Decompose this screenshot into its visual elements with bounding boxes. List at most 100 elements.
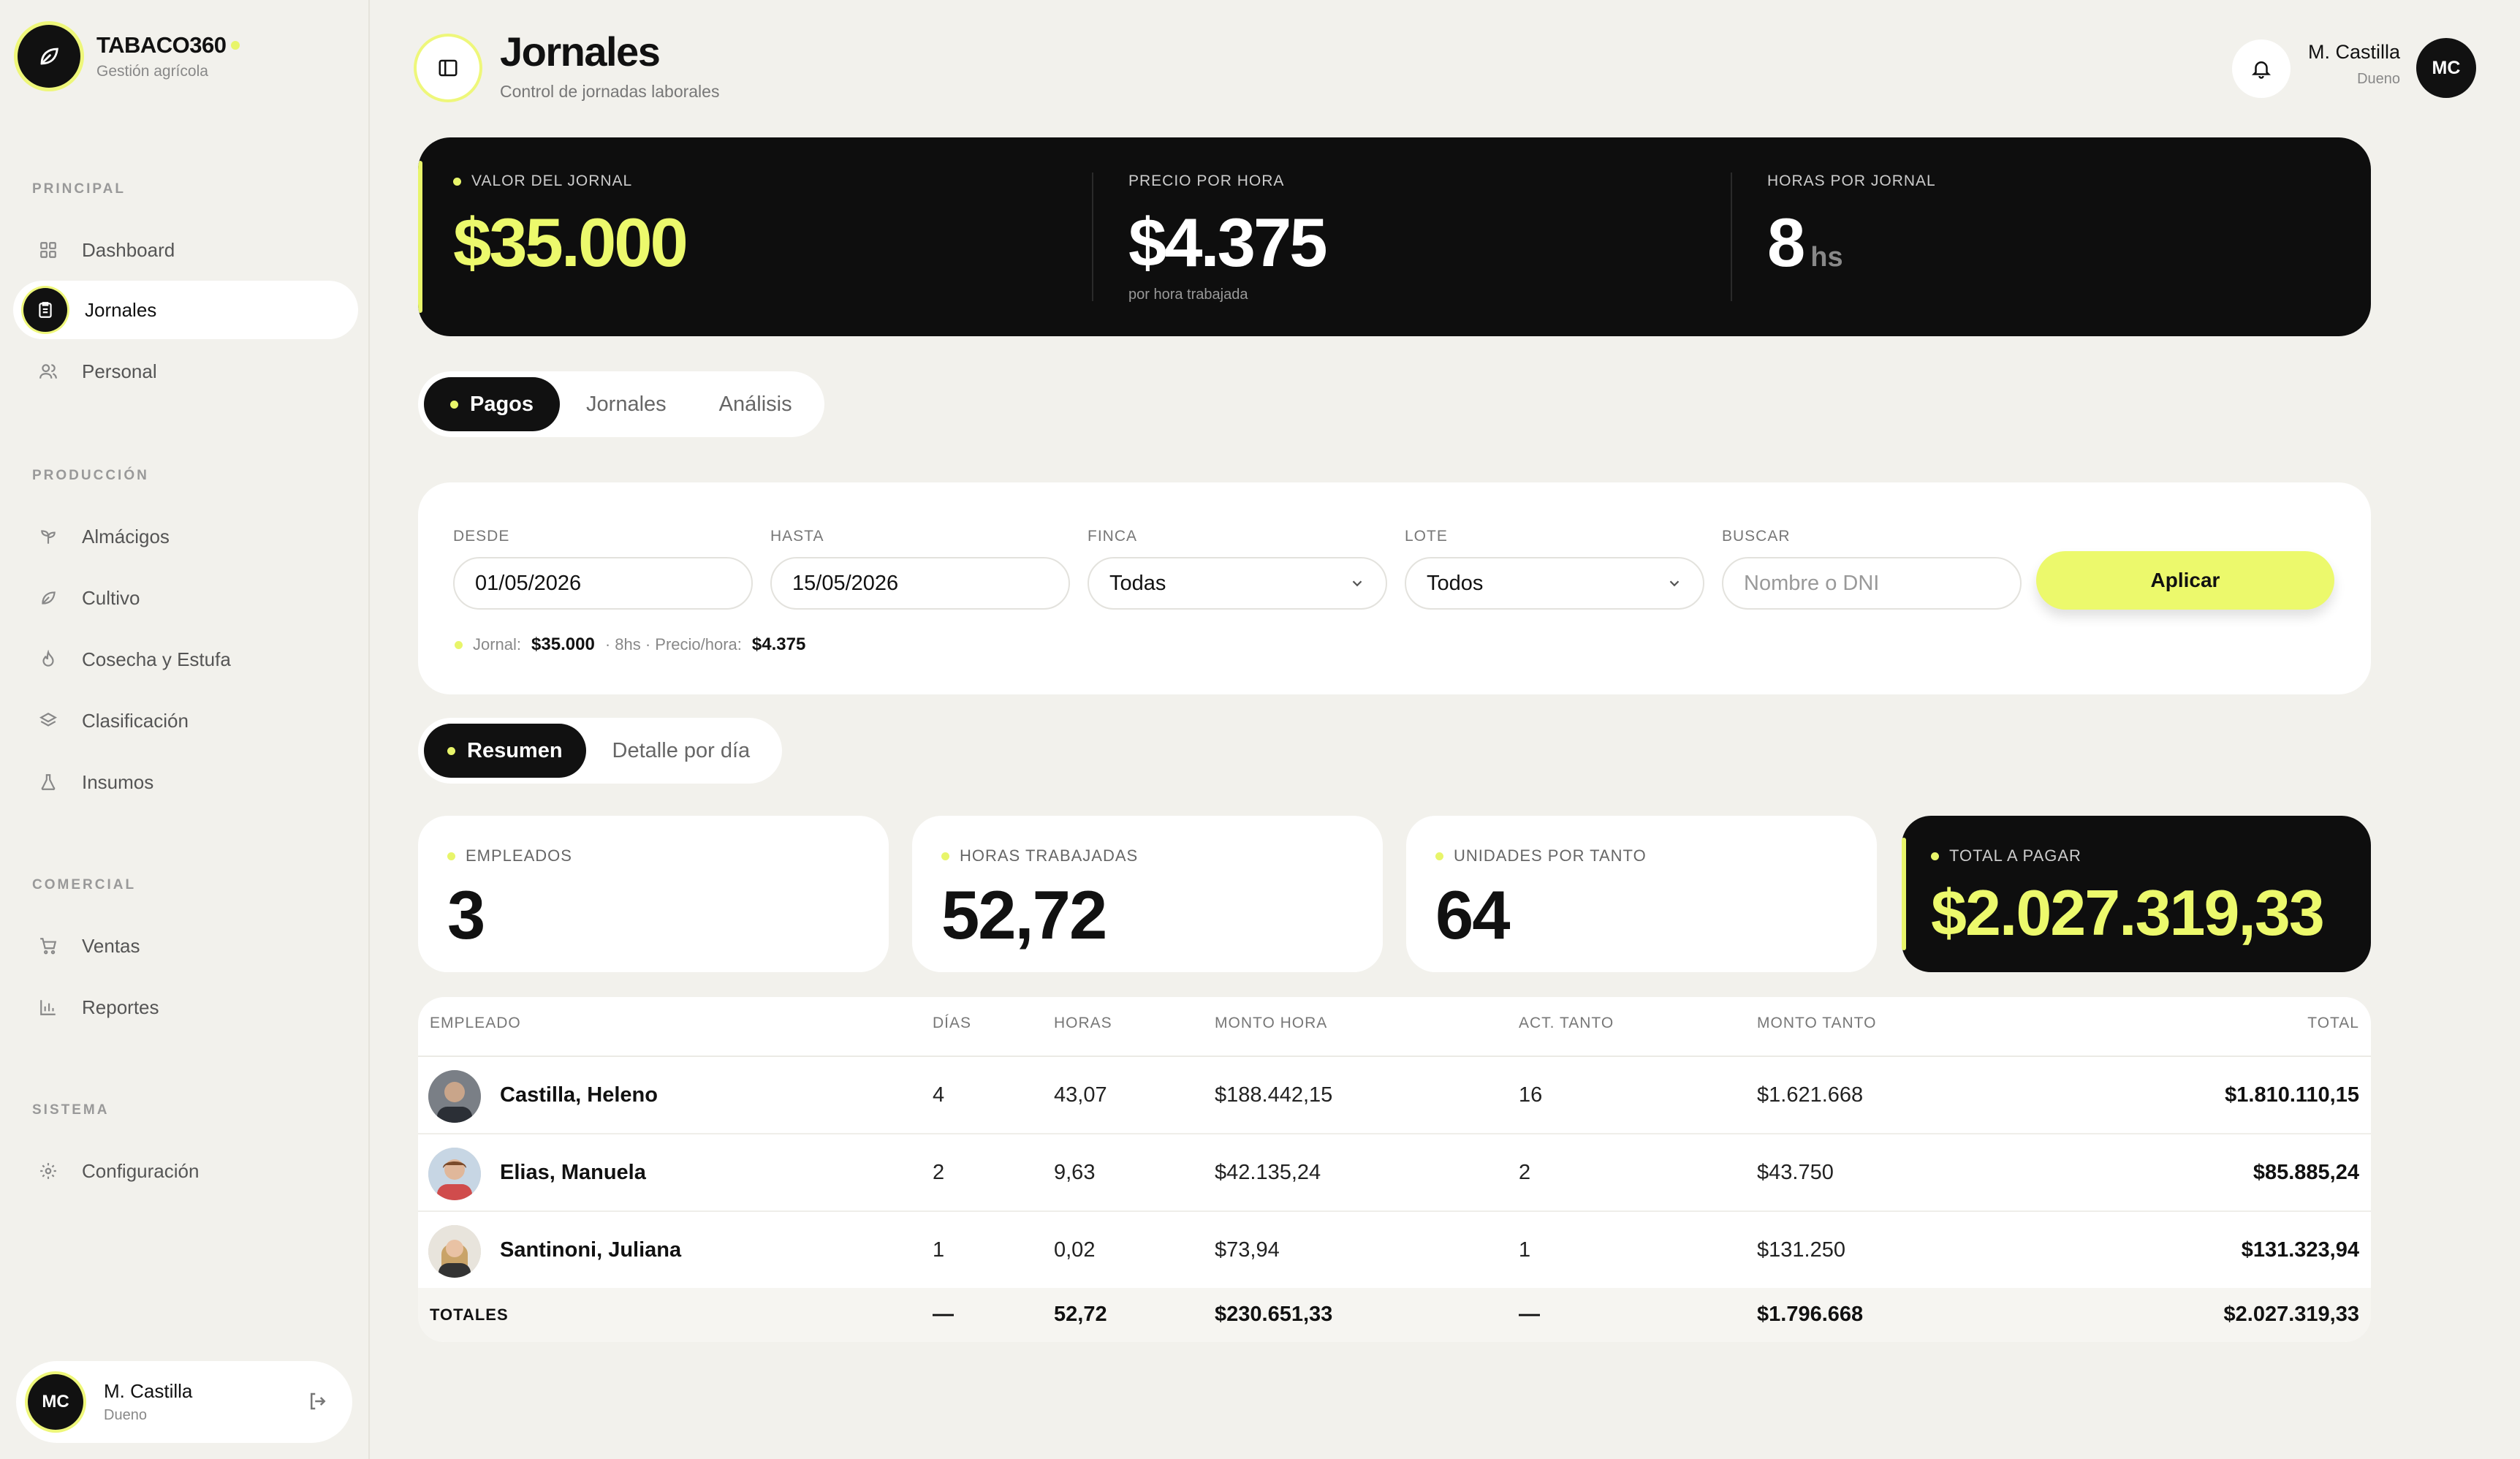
logout-icon[interactable] [307, 1390, 329, 1416]
chevron-down-icon [1669, 580, 1680, 587]
table-row[interactable]: Elias, Manuela 2 9,63 $42.135,24 2 $43.7… [418, 1134, 2371, 1212]
totals-row: TOTALES — 52,72 $230.651,33 — $1.796.668… [418, 1288, 2371, 1342]
hero-horas-unit: hs [1810, 242, 1843, 273]
column-header: MONTO HORA [1215, 1015, 1328, 1031]
view-tabs: Resumen Detalle por día [418, 718, 783, 784]
hero-valor: VALOR DEL JORNAL $35.000 [453, 173, 688, 282]
sidebar-item-label: Dashboard [82, 238, 175, 261]
total-horas: 52,72 [1054, 1303, 1107, 1326]
grid-icon [37, 238, 60, 262]
header-user: M. Castilla Dueno [2308, 41, 2400, 88]
sidebar-item-label: Almácigos [82, 525, 170, 547]
tab-analisis[interactable]: Análisis [693, 377, 819, 431]
column-header: HORAS [1054, 1015, 1112, 1031]
cell-dias: 1 [933, 1238, 945, 1262]
select-value: Todos [1427, 571, 1484, 595]
hero-precio: PRECIO POR HORA $4.375 por hora trabajad… [1128, 173, 1328, 303]
sidebar-toggle-button[interactable] [417, 37, 479, 99]
table-row[interactable]: Castilla, Heleno 4 43,07 $188.442,15 16 … [418, 1057, 2371, 1134]
tab-resumen[interactable]: Resumen [424, 724, 586, 778]
page-title: Jornales [500, 29, 661, 75]
indicator-dot [447, 852, 455, 860]
cell-horas: 43,07 [1054, 1083, 1107, 1107]
date-from-input[interactable]: 01/05/2026 [453, 557, 753, 610]
sidebar-item-dashboard[interactable]: Dashboard [13, 221, 358, 279]
sidebar-item-cosecha[interactable]: Cosecha y Estufa [13, 630, 358, 689]
bell-icon [2251, 61, 2272, 79]
leaf-logo-icon [18, 25, 80, 88]
select-value: Todas [1109, 571, 1166, 595]
notifications-button[interactable] [2232, 39, 2291, 98]
gear-icon [37, 1159, 60, 1183]
indicator-dot [1435, 852, 1443, 860]
cell-act-tanto: 2 [1519, 1161, 1531, 1184]
hero-valor-value: $35.000 [453, 204, 688, 281]
panel-icon [439, 59, 458, 77]
stat-label: EMPLEADOS [466, 846, 572, 865]
sidebar-item-ventas[interactable]: Ventas [13, 917, 358, 975]
tab-detalle-por-dia[interactable]: Detalle por día [586, 724, 777, 778]
page-subtitle: Control de jornadas laborales [500, 82, 720, 101]
sprout-icon [37, 525, 60, 548]
total-monto-hora: $230.651,33 [1215, 1303, 1333, 1326]
avatar: MC [28, 1374, 83, 1430]
leaf-icon [37, 586, 60, 610]
sidebar-item-reportes[interactable]: Reportes [13, 978, 358, 1037]
sidebar-item-almacigos[interactable]: Almácigos [13, 507, 358, 566]
avatar[interactable]: MC [2416, 38, 2476, 98]
sidebar-user-card[interactable]: MC M. Castilla Dueno [16, 1361, 352, 1443]
column-header: MONTO TANTO [1757, 1015, 1877, 1031]
nav-section-produccion: PRODUCCIÓN [32, 468, 149, 483]
sidebar-item-clasificacion[interactable]: Clasificación [13, 691, 358, 750]
employee-name: Castilla, Heleno [500, 1083, 658, 1107]
sidebar-item-insumos[interactable]: Insumos [13, 753, 358, 811]
jornal-info: Jornal: $35.000 · 8hs · Precio/hora: $4.… [455, 634, 816, 655]
hero-precio-note: por hora trabajada [1128, 287, 1248, 303]
sidebar-item-label: Personal [82, 360, 157, 382]
sidebar-item-personal[interactable]: Personal [13, 342, 358, 401]
sidebar-user-name: M. Castilla [104, 1380, 193, 1402]
sidebar-item-label: Reportes [82, 996, 159, 1018]
filter-label: LOTE [1405, 528, 1448, 545]
cell-dias: 4 [933, 1083, 945, 1107]
cell-monto-hora: $188.442,15 [1215, 1083, 1333, 1107]
chevron-down-icon [1352, 580, 1362, 587]
indicator-dot [447, 746, 455, 755]
filter-label: FINCA [1088, 528, 1137, 545]
sidebar-item-cultivo[interactable]: Cultivo [13, 569, 358, 627]
tab-pagos[interactable]: Pagos [424, 377, 561, 431]
column-header: TOTAL [2307, 1015, 2359, 1031]
lote-select[interactable]: Todos [1405, 557, 1704, 610]
indicator-dot [1931, 852, 1939, 860]
sidebar-item-label: Ventas [82, 934, 140, 957]
header-user-name: M. Castilla [2307, 41, 2400, 63]
hero-valor-label: VALOR DEL JORNAL [471, 173, 633, 189]
sidebar-item-jornales[interactable]: Jornales [13, 281, 358, 339]
sidebar-item-configuracion[interactable]: Configuración [13, 1142, 358, 1200]
jornal-summary-banner: VALOR DEL JORNAL $35.000 PRECIO POR HORA… [418, 137, 2371, 336]
apply-button[interactable]: Aplicar [2036, 551, 2334, 610]
finca-select[interactable]: Todas [1088, 557, 1387, 610]
jornales-table: EMPLEADO DÍAS HORAS MONTO HORA ACT. TANT… [418, 997, 2371, 1342]
date-to-input[interactable]: 15/05/2026 [770, 557, 1070, 610]
sidebar-item-label: Configuración [82, 1159, 200, 1182]
total-total: $2.027.319,33 [2223, 1303, 2359, 1326]
stat-empleados: EMPLEADOS 3 [418, 816, 889, 972]
brand[interactable]: TABACO360 Gestión agrícola [18, 25, 240, 88]
cell-monto-tanto: $131.250 [1757, 1238, 1845, 1262]
tab-jornales[interactable]: Jornales [560, 377, 693, 431]
divider [1731, 173, 1732, 301]
cell-total: $1.810.110,15 [2225, 1083, 2359, 1107]
totals-label: TOTALES [430, 1305, 509, 1324]
table-row[interactable]: Santinoni, Juliana 1 0,02 $73,94 1 $131.… [418, 1212, 2371, 1289]
avatar [428, 1225, 481, 1278]
flame-icon [37, 648, 60, 671]
info-precio-value: $4.375 [751, 634, 806, 654]
indicator-dot [453, 177, 461, 186]
stat-label: HORAS TRABAJADAS [960, 846, 1139, 865]
search-input[interactable]: Nombre o DNI [1722, 557, 2022, 610]
cell-total: $131.323,94 [2241, 1238, 2359, 1262]
indicator-dot [941, 852, 949, 860]
cell-monto-hora: $42.135,24 [1215, 1161, 1321, 1184]
bar-chart-icon [37, 996, 60, 1019]
